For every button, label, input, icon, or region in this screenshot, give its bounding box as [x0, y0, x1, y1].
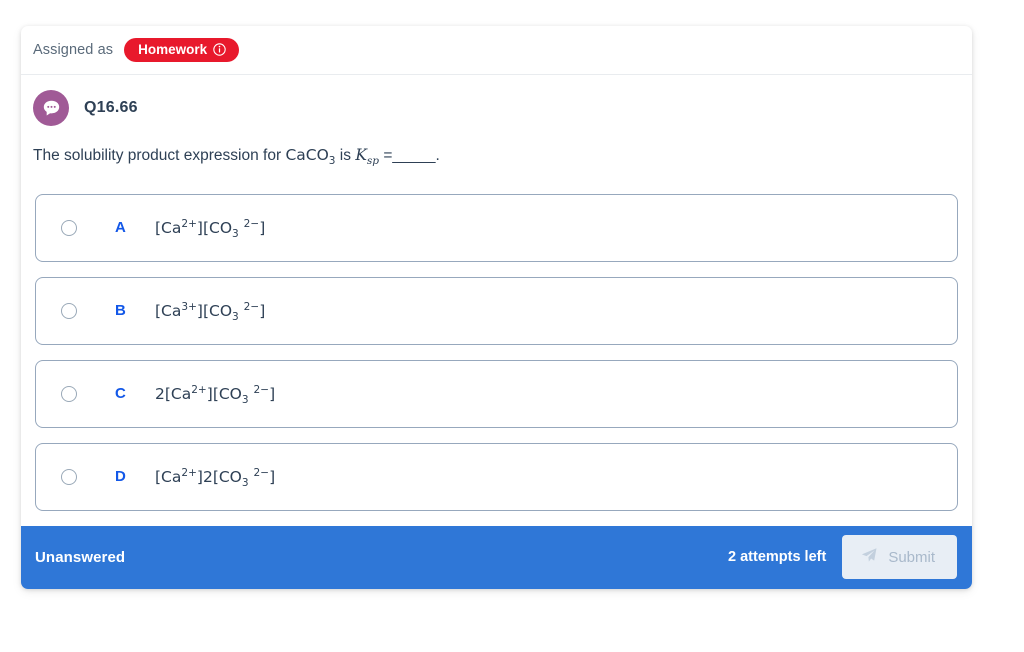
stem-symbol: Ksp	[355, 146, 380, 168]
answer-footer-bar: Unanswered 2 attempts left Submit	[21, 525, 972, 589]
option-d[interactable]: D [Ca2+]2[CO3 2−]	[35, 442, 958, 511]
stem-text-middle: is	[335, 147, 356, 164]
attempts-left-label: 2 attempts left	[728, 549, 827, 566]
homework-badge-label: Homework	[138, 41, 208, 57]
option-letter-c: C	[115, 385, 126, 403]
status-label: Unanswered	[35, 548, 126, 566]
option-b[interactable]: B [Ca3+][CO3 2−]	[35, 276, 958, 345]
footer-actions: 2 attempts left Submit	[728, 535, 957, 580]
question-id: Q16.66	[84, 99, 138, 116]
radio-button-a[interactable]	[61, 219, 77, 236]
option-expression-d: [Ca2+]2[CO3 2−]	[155, 466, 276, 489]
stem-text-before: The solubility product expression for	[33, 147, 286, 164]
submit-button[interactable]: Submit	[842, 535, 957, 580]
radio-button-c[interactable]	[61, 385, 77, 402]
send-paper-plane-icon	[860, 546, 878, 568]
submit-button-label: Submit	[888, 548, 935, 566]
stem-text-after: =_____.	[379, 147, 440, 164]
option-expression-b: [Ca3+][CO3 2−]	[155, 300, 266, 323]
speech-bubble-icon	[33, 90, 69, 126]
homework-badge[interactable]: Homework	[124, 37, 240, 63]
stem-compound: CaCO3	[285, 146, 336, 168]
question-card: Assigned as Homework Q16.66 The solubili…	[21, 26, 972, 589]
assigned-header: Assigned as Homework	[21, 26, 972, 75]
option-a[interactable]: A [Ca2+][CO3 2−]	[35, 193, 958, 262]
info-circle-icon[interactable]	[213, 43, 226, 56]
page-root: Assigned as Homework Q16.66 The solubili…	[0, 0, 1024, 652]
question-stem: The solubility product expression for Ca…	[21, 126, 972, 167]
assigned-label: Assigned as	[33, 42, 114, 58]
question-id-row: Q16.66	[21, 75, 972, 126]
option-expression-a: [Ca2+][CO3 2−]	[155, 217, 266, 240]
answer-options: A [Ca2+][CO3 2−] B [Ca3+][CO3 2−] C 2[Ca…	[21, 167, 972, 511]
option-letter-d: D	[115, 468, 126, 486]
radio-button-d[interactable]	[61, 468, 77, 485]
option-expression-c: 2[Ca2+][CO3 2−]	[155, 383, 276, 406]
option-c[interactable]: C 2[Ca2+][CO3 2−]	[35, 359, 958, 428]
radio-button-b[interactable]	[61, 302, 77, 319]
option-letter-b: B	[115, 302, 126, 320]
option-letter-a: A	[115, 219, 126, 237]
